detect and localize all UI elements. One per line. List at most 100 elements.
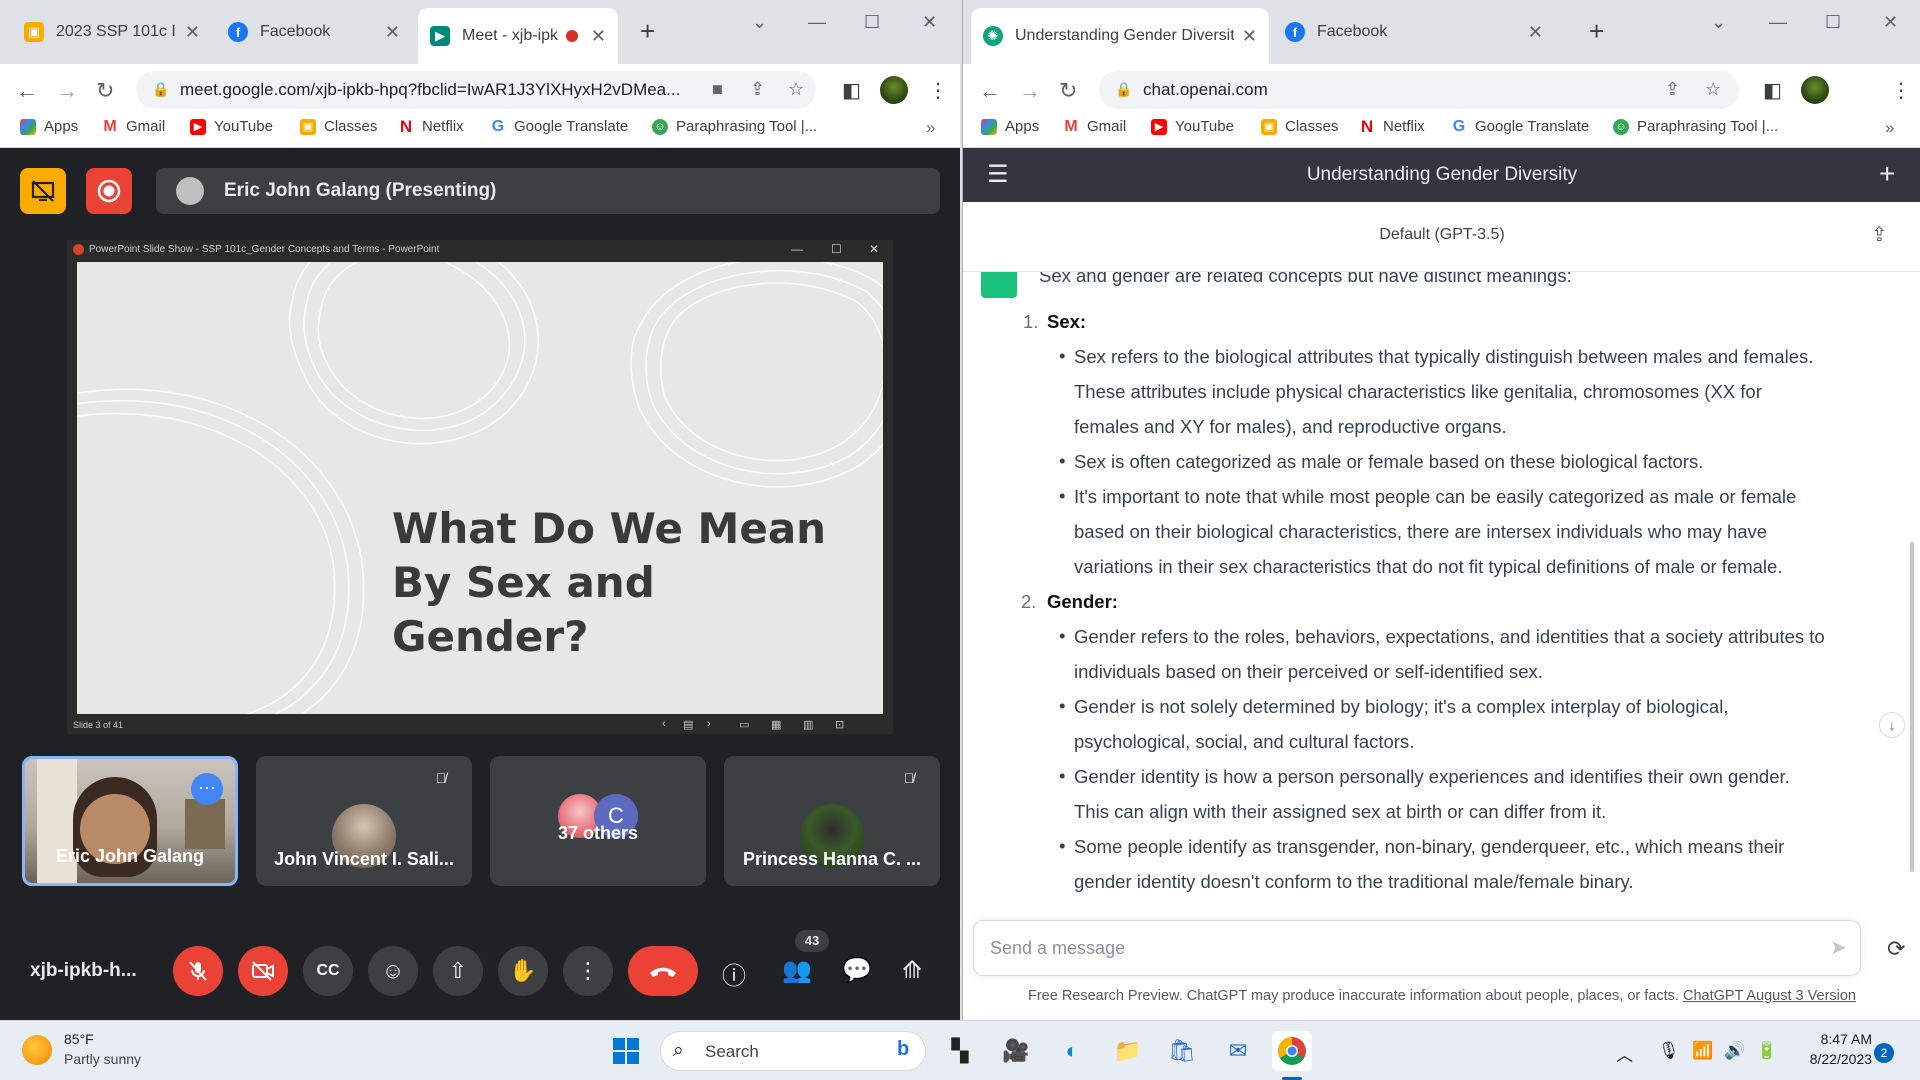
scroll-down-button[interactable]: ↓ — [1879, 712, 1905, 738]
more-options-button[interactable]: ⋮ — [563, 946, 613, 996]
back-icon[interactable]: ← — [979, 78, 1001, 104]
share-icon[interactable]: ⇪ — [750, 79, 765, 100]
back-icon[interactable]: ← — [16, 78, 38, 104]
chrome-button[interactable] — [1272, 1031, 1312, 1071]
version-link[interactable]: ChatGPT August 3 Version — [1683, 988, 1856, 1004]
message-input[interactable]: Send a message — [990, 938, 1125, 959]
mic-toggle-button[interactable] — [173, 946, 223, 996]
maximize-button[interactable]: ☐ — [1825, 12, 1841, 33]
people-button[interactable]: 👥 — [782, 956, 812, 985]
task-view-button[interactable]: ▚ — [940, 1031, 980, 1071]
tab-search-icon[interactable]: ⌄ — [1711, 12, 1726, 33]
bookmark-classes[interactable]: ▣ Classes — [1261, 118, 1338, 135]
mail-button[interactable]: ✉ — [1218, 1031, 1258, 1071]
tab-facebook[interactable]: f Facebook ✕ — [216, 12, 412, 52]
tab-search-icon[interactable]: ⌄ — [752, 12, 767, 33]
minimize-button[interactable]: — — [1769, 12, 1787, 33]
close-window-button[interactable]: ✕ — [1883, 12, 1898, 33]
participant-tile-princess[interactable]: 🎙̸ Princess Hanna C. ... — [724, 756, 940, 886]
captions-button[interactable]: CC — [303, 946, 353, 996]
bookmark-paraphrasing[interactable]: ☺ Paraphrasing Tool |... — [652, 118, 817, 135]
new-tab-button[interactable]: + — [640, 16, 655, 47]
address-bar[interactable]: 🔒 chat.openai.com ⇪ ☆ — [1099, 71, 1739, 109]
maximize-button[interactable]: ☐ — [864, 12, 880, 33]
bookmark-star-icon[interactable]: ☆ — [1705, 79, 1721, 100]
new-chat-plus-icon[interactable]: + — [1879, 158, 1895, 190]
bookmark-gmail[interactable]: M Gmail — [102, 118, 165, 136]
profile-avatar[interactable] — [880, 76, 908, 104]
share-chat-icon[interactable]: ⇪ — [1871, 222, 1888, 247]
forward-icon[interactable]: → — [56, 78, 78, 104]
participant-tile-others[interactable]: C 37 others — [490, 756, 706, 886]
bookmark-gmail[interactable]: M Gmail — [1063, 118, 1126, 136]
raise-hand-button[interactable]: ✋ — [498, 946, 548, 996]
participant-tile-self[interactable]: ··· Eric John Galang — [22, 756, 238, 886]
bookmark-classes[interactable]: ▣ Classes — [300, 118, 377, 135]
bookmark-apps[interactable]: Apps — [20, 118, 78, 135]
taskbar-search-box[interactable]: ⌕ Search b — [660, 1031, 926, 1071]
weather-sun-icon[interactable] — [22, 1035, 52, 1065]
close-window-button[interactable]: ✕ — [922, 12, 937, 33]
profile-avatar[interactable] — [1801, 76, 1829, 104]
close-tab-icon[interactable]: ✕ — [177, 22, 200, 43]
message-composer[interactable]: Send a message ➤ — [973, 920, 1861, 976]
notification-badge[interactable]: 2 — [1874, 1043, 1894, 1063]
reload-icon[interactable]: ↻ — [96, 78, 114, 104]
menu-kebab-icon[interactable]: ⋮ — [1891, 78, 1911, 103]
minimize-button[interactable]: — — [808, 12, 826, 33]
new-tab-button[interactable]: + — [1589, 16, 1604, 47]
bookmark-google-translate[interactable]: G Google Translate — [1451, 118, 1589, 136]
forward-icon[interactable]: → — [1019, 78, 1041, 104]
microphone-icon[interactable]: 🎙 — [1658, 1041, 1680, 1061]
bookmark-netflix[interactable]: N Netflix — [398, 117, 464, 136]
regenerate-icon[interactable]: ⟳ — [1887, 936, 1905, 962]
battery-icon[interactable]: 🔋 — [1756, 1041, 1777, 1061]
side-panel-icon[interactable]: ◧ — [1763, 78, 1782, 103]
clock-time[interactable]: 8:47 AM — [1796, 1031, 1872, 1047]
tab-classroom[interactable]: ▣ 2023 SSP 101c INF ✕ — [12, 12, 212, 52]
meeting-info-button[interactable]: ⓘ — [722, 956, 746, 991]
present-button[interactable]: ⇧ — [433, 946, 483, 996]
close-tab-icon[interactable]: ✕ — [1234, 26, 1257, 47]
tab-facebook[interactable]: f Facebook ✕ — [1273, 12, 1555, 52]
close-tab-icon[interactable]: ✕ — [377, 22, 400, 43]
store-button[interactable]: 🛍 — [1162, 1031, 1202, 1071]
weather-temp[interactable]: 85°F — [64, 1031, 94, 1047]
teams-chat-button[interactable]: 🎥 — [996, 1031, 1036, 1071]
tray-overflow-icon[interactable]: ︿ — [1616, 1041, 1633, 1066]
start-button[interactable] — [606, 1031, 646, 1071]
weather-desc[interactable]: Partly sunny — [64, 1051, 141, 1067]
bookmark-youtube[interactable]: ▶ YouTube — [1151, 118, 1234, 135]
recording-button[interactable] — [86, 168, 132, 214]
file-explorer-button[interactable]: 📁 — [1108, 1031, 1148, 1071]
activities-button[interactable]: ⟰ — [902, 956, 922, 985]
camera-toggle-button[interactable] — [238, 946, 288, 996]
chat-button[interactable]: 💬 — [842, 956, 872, 985]
stop-presenting-button[interactable] — [20, 168, 66, 214]
edge-button[interactable]: ◐ — [1052, 1031, 1092, 1071]
close-tab-icon[interactable]: ✕ — [1520, 22, 1543, 43]
bookmarks-overflow-icon[interactable]: » — [926, 118, 935, 138]
volume-icon[interactable]: 🔊 — [1724, 1041, 1745, 1061]
leave-call-button[interactable] — [628, 946, 698, 996]
bookmarks-overflow-icon[interactable]: » — [1885, 118, 1894, 138]
tab-chatgpt[interactable]: ✺ Understanding Gender Diversity ✕ — [971, 8, 1269, 64]
send-icon[interactable]: ➤ — [1830, 935, 1847, 960]
bookmark-netflix[interactable]: N Netflix — [1359, 117, 1425, 136]
clock-date[interactable]: 8/22/2023 — [1796, 1051, 1872, 1067]
tab-meet[interactable]: ▶ Meet - xjb-ipk ✕ — [418, 8, 618, 64]
reactions-button[interactable]: ☺ — [368, 946, 418, 996]
wifi-icon[interactable]: 📶 — [1692, 1041, 1713, 1061]
address-bar[interactable]: 🔒 meet.google.com/xjb-ipkb-hpq?fbclid=Iw… — [136, 71, 816, 109]
menu-kebab-icon[interactable]: ⋮ — [928, 78, 948, 103]
scrollbar-thumb[interactable] — [1910, 542, 1914, 872]
bookmark-paraphrasing[interactable]: ☺ Paraphrasing Tool |... — [1613, 118, 1778, 135]
more-options-icon[interactable]: ··· — [191, 773, 223, 805]
participant-tile-john[interactable]: 🎙̸ John Vincent I. Sali... — [256, 756, 472, 886]
share-icon[interactable]: ⇪ — [1665, 79, 1680, 100]
bookmark-youtube[interactable]: ▶ YouTube — [190, 118, 273, 135]
camera-icon[interactable]: ■ — [712, 79, 723, 100]
reload-icon[interactable]: ↻ — [1059, 78, 1077, 104]
close-tab-icon[interactable]: ✕ — [583, 26, 606, 47]
bookmark-google-translate[interactable]: G Google Translate — [490, 118, 628, 136]
